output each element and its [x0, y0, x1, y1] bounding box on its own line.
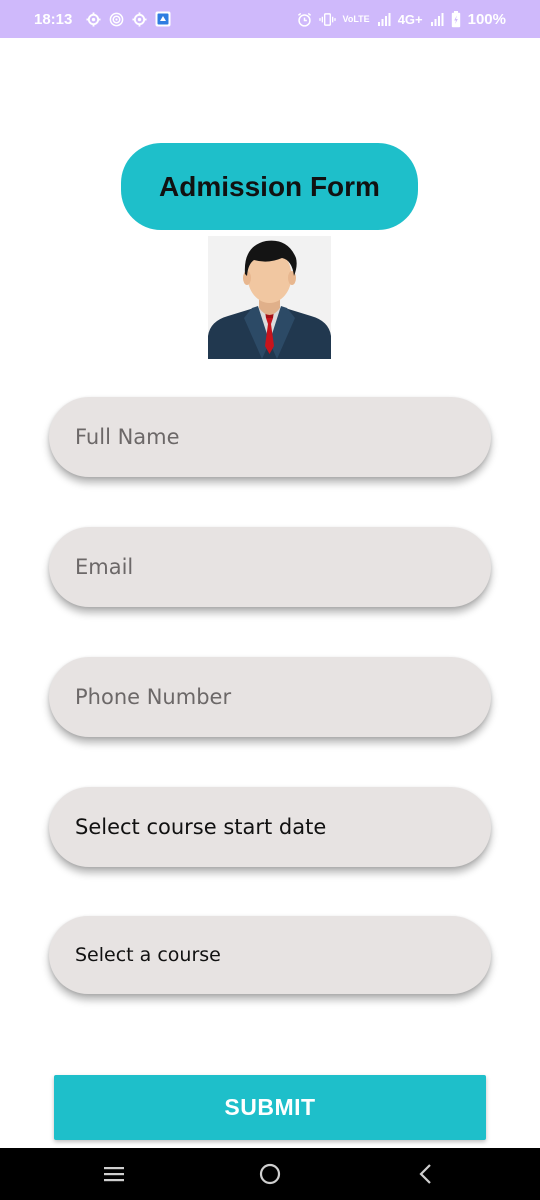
battery-icon — [451, 10, 461, 28]
form-title: Admission Form — [159, 170, 380, 202]
status-left: 18:13 — [34, 0, 171, 38]
email-field-container — [49, 527, 491, 607]
home-icon[interactable] — [240, 1148, 300, 1200]
full-name-input[interactable] — [75, 425, 465, 449]
battery-percent: 100% — [467, 10, 506, 28]
settings-icon — [132, 11, 147, 27]
full-name-field-container — [49, 397, 491, 477]
phone-field-container — [49, 657, 491, 737]
course-start-date-picker[interactable]: Select course start date — [49, 787, 491, 867]
email-input[interactable] — [75, 555, 465, 579]
form-title-banner: Admission Form — [121, 143, 418, 230]
network-label: 4G+ — [397, 11, 423, 27]
signal-icon — [377, 12, 391, 26]
course-select-dropdown[interactable]: Select a course — [49, 916, 491, 994]
app-icon — [155, 11, 171, 27]
signal-4g-icon — [430, 12, 444, 26]
navigation-bar — [0, 1148, 540, 1200]
back-icon[interactable] — [396, 1148, 456, 1200]
menu-icon[interactable] — [84, 1148, 144, 1200]
course-select-label: Select a course — [75, 944, 221, 966]
alarm-icon — [297, 12, 312, 27]
volte-icon: VoLTE — [342, 13, 370, 24]
status-bar: 18:13 VoLTE 4G+ 100% — [0, 0, 540, 38]
submit-button[interactable]: SUBMIT — [54, 1075, 486, 1140]
settings-icon — [86, 11, 101, 27]
phone-number-input[interactable] — [75, 685, 465, 709]
course-start-date-label: Select course start date — [75, 815, 327, 839]
status-right: VoLTE 4G+ 100% — [297, 0, 506, 38]
target-icon — [109, 12, 124, 27]
vibrate-icon — [318, 12, 336, 27]
person-avatar-icon — [208, 236, 331, 359]
status-time: 18:13 — [34, 10, 73, 28]
